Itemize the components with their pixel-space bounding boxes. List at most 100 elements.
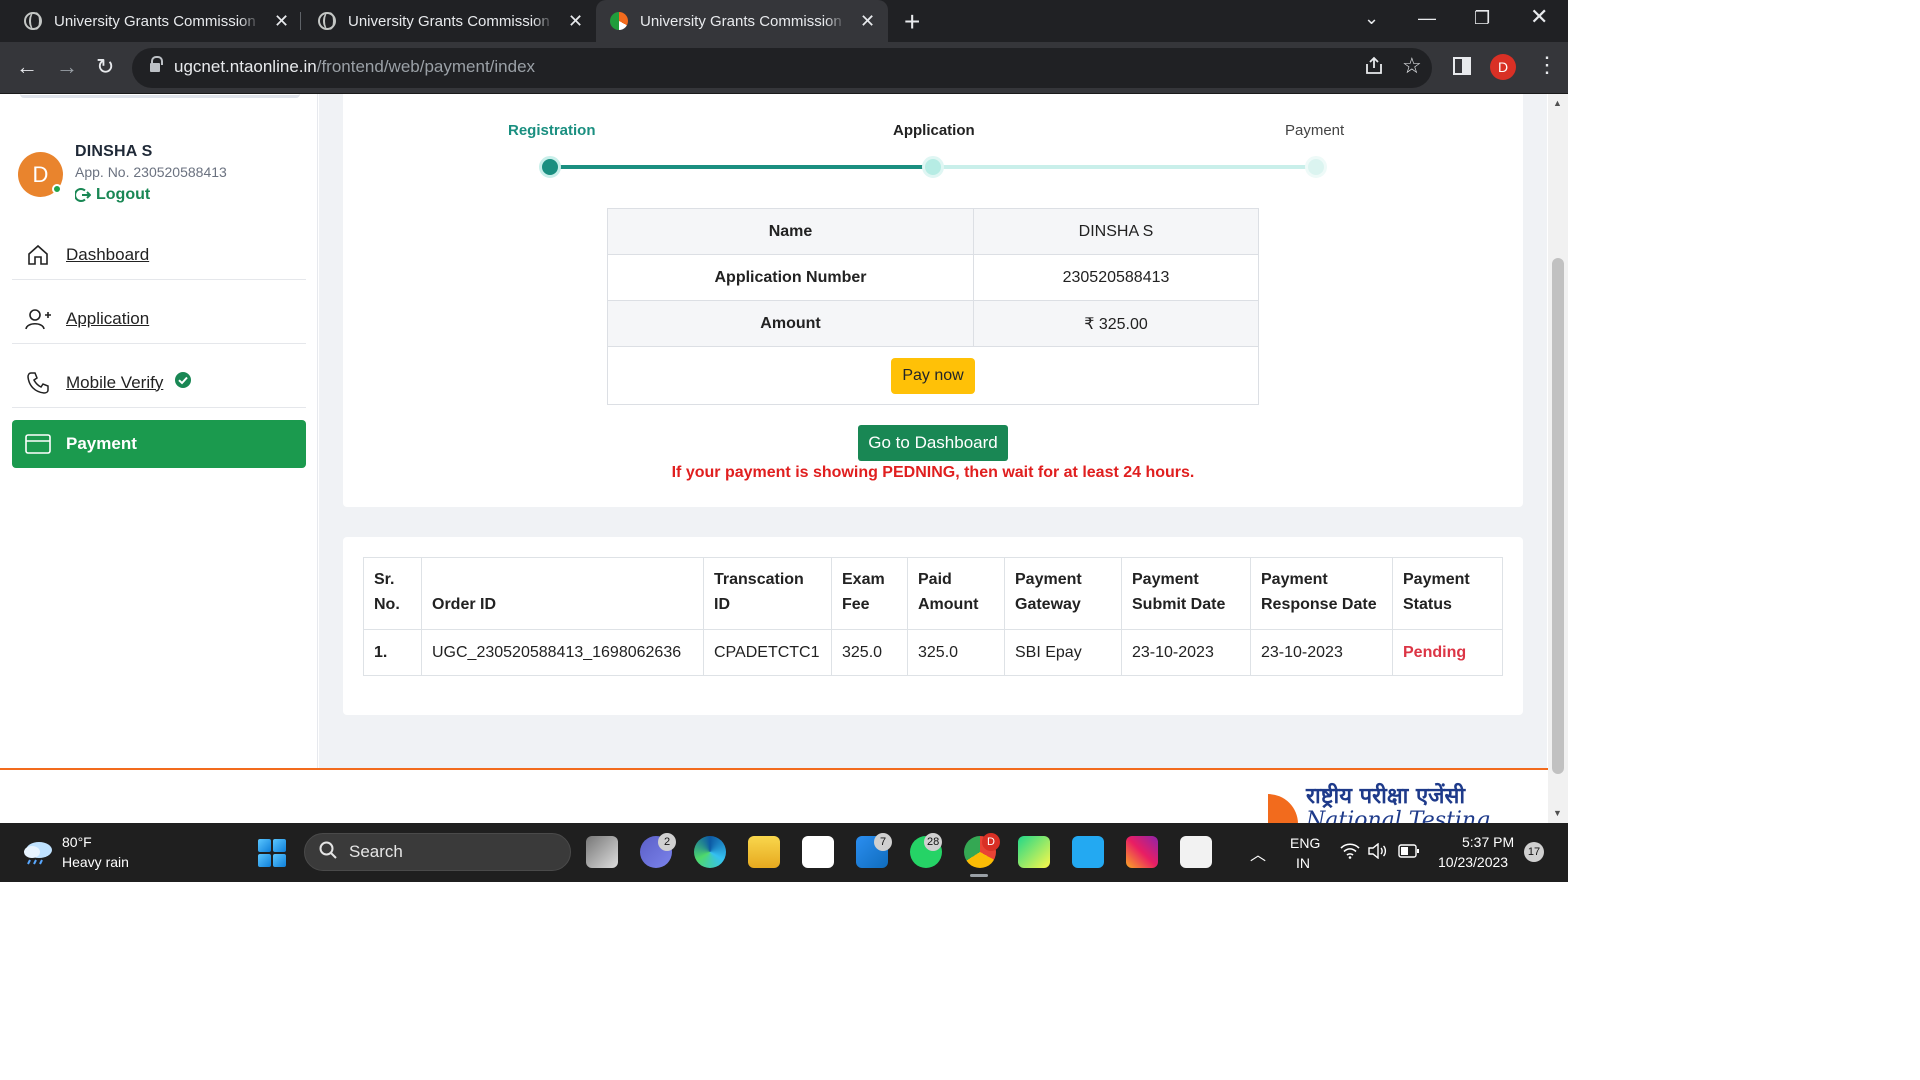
battery-icon[interactable] — [1398, 844, 1420, 861]
go-to-dashboard-button[interactable]: Go to Dashboard — [858, 425, 1008, 461]
close-window-icon[interactable]: ✕ — [1530, 4, 1548, 30]
application-number-label: Application Number — [607, 254, 974, 301]
browser-toolbar: ← → ↻ ugcnet.ntaonline.in/frontend/web/p… — [0, 42, 1568, 94]
clock-time[interactable]: 5:37 PM — [1462, 834, 1514, 850]
sidebar-item-dashboard[interactable]: Dashboard — [12, 230, 306, 280]
step-label-payment: Payment — [1285, 122, 1345, 139]
nta-icon — [610, 12, 628, 30]
sidebar-item-application[interactable]: Application — [12, 294, 306, 344]
weather-temperature: 80°F — [62, 834, 92, 850]
sidebar: D DINSHA S App. No. 230520588413 Logout … — [0, 94, 318, 768]
page-footer: राष्ट्रीय परीक्षा एजेंसी National Testin… — [0, 768, 1548, 823]
taskbar-search-box[interactable]: Search — [304, 833, 571, 871]
verified-check-icon — [175, 372, 192, 393]
new-tab-icon[interactable]: + — [904, 6, 920, 38]
region-indicator[interactable]: IN — [1296, 855, 1310, 871]
side-panel-icon[interactable] — [1452, 56, 1472, 82]
tab-title: University Grants Commission (UGC) — [54, 12, 260, 30]
pay-now-button[interactable]: Pay now — [891, 357, 975, 394]
column-header: Order ID — [421, 557, 704, 630]
notification-count-badge[interactable]: 17 — [1524, 842, 1544, 862]
table-row: Application Number 230520588413 — [607, 254, 1259, 301]
table-row: Pay now — [607, 346, 1259, 405]
browser-tab[interactable]: University Grants Commission (UGC) ✕ — [294, 0, 594, 42]
nta-logo-english: National Testing Agency — [1306, 808, 1491, 823]
show-hidden-icons[interactable]: ︿ — [1250, 841, 1266, 865]
vscode-icon[interactable] — [1072, 836, 1104, 868]
application-number-label: App. No. 230520588413 — [75, 164, 227, 180]
volume-icon[interactable] — [1368, 842, 1388, 862]
weather-rain-icon[interactable] — [22, 839, 54, 865]
restore-icon[interactable]: ❐ — [1474, 8, 1490, 29]
table-header-row: Sr. No. Order ID Transcation ID Exam Fee… — [363, 557, 1503, 630]
logout-link[interactable]: Logout — [75, 186, 150, 204]
back-icon[interactable]: ← — [16, 54, 38, 80]
search-label: Search — [349, 842, 403, 861]
chrome-profile-badge: D — [982, 833, 1000, 851]
online-status-dot — [52, 184, 62, 194]
page-scrollbar[interactable]: ▲ ▼ — [1548, 94, 1568, 823]
share-icon[interactable] — [1364, 56, 1384, 82]
snipping-tool-icon[interactable] — [1180, 836, 1212, 868]
sidebar-item-payment[interactable]: Payment — [12, 420, 306, 468]
transaction-id-cell: CPADETCTC1 — [703, 629, 832, 676]
web-page: D DINSHA S App. No. 230520588413 Logout … — [0, 94, 1568, 823]
close-tab-icon[interactable]: ✕ — [274, 11, 289, 32]
logout-icon — [75, 188, 91, 202]
instagram-icon[interactable] — [1126, 836, 1158, 868]
sidebar-item-mobile-verify[interactable]: Mobile Verify — [12, 358, 306, 408]
column-header: Payment Response Date — [1250, 557, 1393, 630]
response-date-cell: 23-10-2023 — [1250, 629, 1393, 676]
sidebar-top-edge — [20, 94, 300, 98]
search-icon — [319, 841, 337, 864]
column-header: Sr. No. — [363, 557, 422, 630]
browser-tab-bar: University Grants Commission (UGC) ✕ Uni… — [0, 0, 1568, 42]
payment-history-table: Sr. No. Order ID Transcation ID Exam Fee… — [363, 557, 1503, 676]
close-tab-icon[interactable]: ✕ — [860, 11, 875, 32]
task-view-icon[interactable] — [586, 836, 618, 868]
file-explorer-icon[interactable] — [748, 836, 780, 868]
nta-logo-hindi: राष्ट्रीय परीक्षा एजेंसी — [1306, 783, 1466, 809]
microsoft-store-icon[interactable] — [802, 836, 834, 868]
browser-tab[interactable]: University Grants Commission (UGC) ✕ — [0, 0, 294, 42]
main-content: Registration Application Payment Name DI… — [319, 94, 1547, 768]
step-dot-application — [922, 156, 944, 178]
scroll-down-icon[interactable]: ▼ — [1553, 808, 1562, 818]
forward-icon[interactable]: → — [56, 54, 78, 80]
stepper-progress — [549, 165, 933, 169]
windows-taskbar: 80°F Heavy rain Search 2 7 28 D ︿ ENG IN… — [0, 823, 1568, 882]
pycharm-icon[interactable] — [1018, 836, 1050, 868]
tab-search-icon[interactable]: ⌄ — [1364, 8, 1379, 29]
scrollbar-thumb[interactable] — [1552, 258, 1564, 774]
url-text: ugcnet.ntaonline.in/frontend/web/payment… — [174, 57, 535, 77]
table-row: 1. UGC_230520588413_1698062636 CPADETCTC… — [363, 629, 1503, 676]
clock-date[interactable]: 10/23/2023 — [1438, 854, 1508, 870]
sidebar-item-label: Application — [66, 308, 150, 328]
browser-tab-active[interactable]: University Grants Commission (UGC) ✕ — [596, 0, 888, 42]
mail-badge: 7 — [874, 833, 892, 851]
nta-logo-mark — [1238, 794, 1298, 823]
url-path: /frontend/web/payment/index — [316, 57, 536, 76]
lock-icon[interactable] — [150, 56, 163, 74]
reload-icon[interactable]: ↻ — [96, 54, 114, 80]
name-label: Name — [607, 208, 974, 255]
edge-browser-icon[interactable] — [694, 836, 726, 868]
payment-card: Registration Application Payment Name DI… — [343, 94, 1523, 507]
menu-kebab-icon[interactable]: ⋮ — [1536, 52, 1558, 78]
logout-label: Logout — [96, 186, 151, 203]
scroll-up-icon[interactable]: ▲ — [1553, 98, 1562, 108]
application-number-value: 230520588413 — [973, 254, 1259, 301]
column-header: Payment Gateway — [1004, 557, 1122, 630]
column-header: Exam Fee — [831, 557, 908, 630]
address-bar[interactable]: ugcnet.ntaonline.in/frontend/web/payment… — [132, 48, 1432, 88]
profile-avatar[interactable]: D — [1490, 54, 1516, 80]
wifi-icon[interactable] — [1340, 843, 1360, 862]
bookmark-star-icon[interactable]: ☆ — [1402, 53, 1422, 79]
sidebar-item-label: Payment — [66, 434, 137, 453]
language-indicator[interactable]: ENG — [1290, 835, 1320, 851]
windows-start-icon[interactable] — [258, 839, 286, 867]
step-label-application: Application — [893, 122, 975, 139]
close-tab-icon[interactable]: ✕ — [568, 11, 583, 32]
url-host: ugcnet.ntaonline.in — [174, 57, 317, 76]
minimize-icon[interactable]: — — [1418, 8, 1436, 29]
